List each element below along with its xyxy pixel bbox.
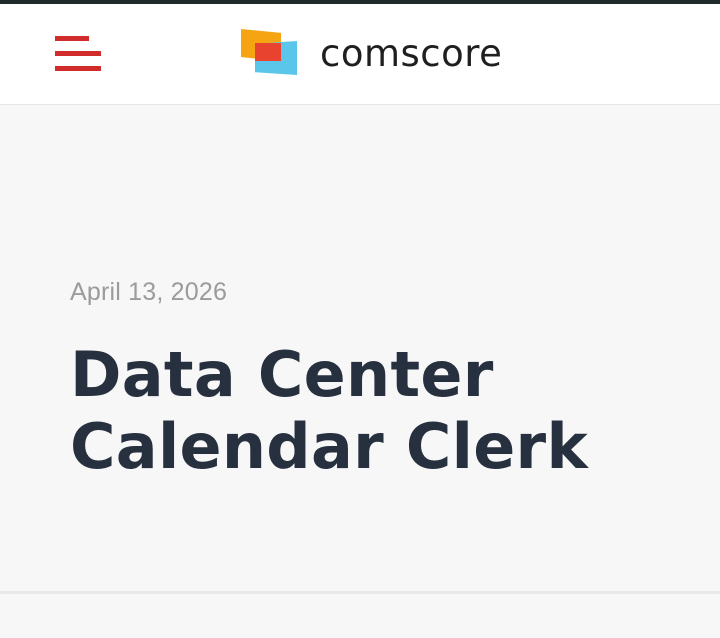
logo-red-overlap: [255, 43, 281, 61]
article-title: Data Center Calendar Clerk: [70, 338, 588, 483]
site-header: comscore: [0, 4, 720, 105]
comscore-logo[interactable]: comscore: [241, 29, 502, 77]
logo-mark-icon: [241, 29, 299, 77]
below-fold-area: [0, 594, 720, 638]
article-hero: April 13, 2026 Data Center Calendar Cler…: [0, 105, 720, 591]
hamburger-menu-icon[interactable]: [55, 36, 101, 71]
menu-bar-middle: [55, 51, 101, 56]
menu-bar-top: [55, 36, 89, 41]
article-date: April 13, 2026: [70, 278, 228, 306]
logo-wordmark: comscore: [320, 31, 503, 75]
menu-bar-bottom: [55, 66, 101, 71]
